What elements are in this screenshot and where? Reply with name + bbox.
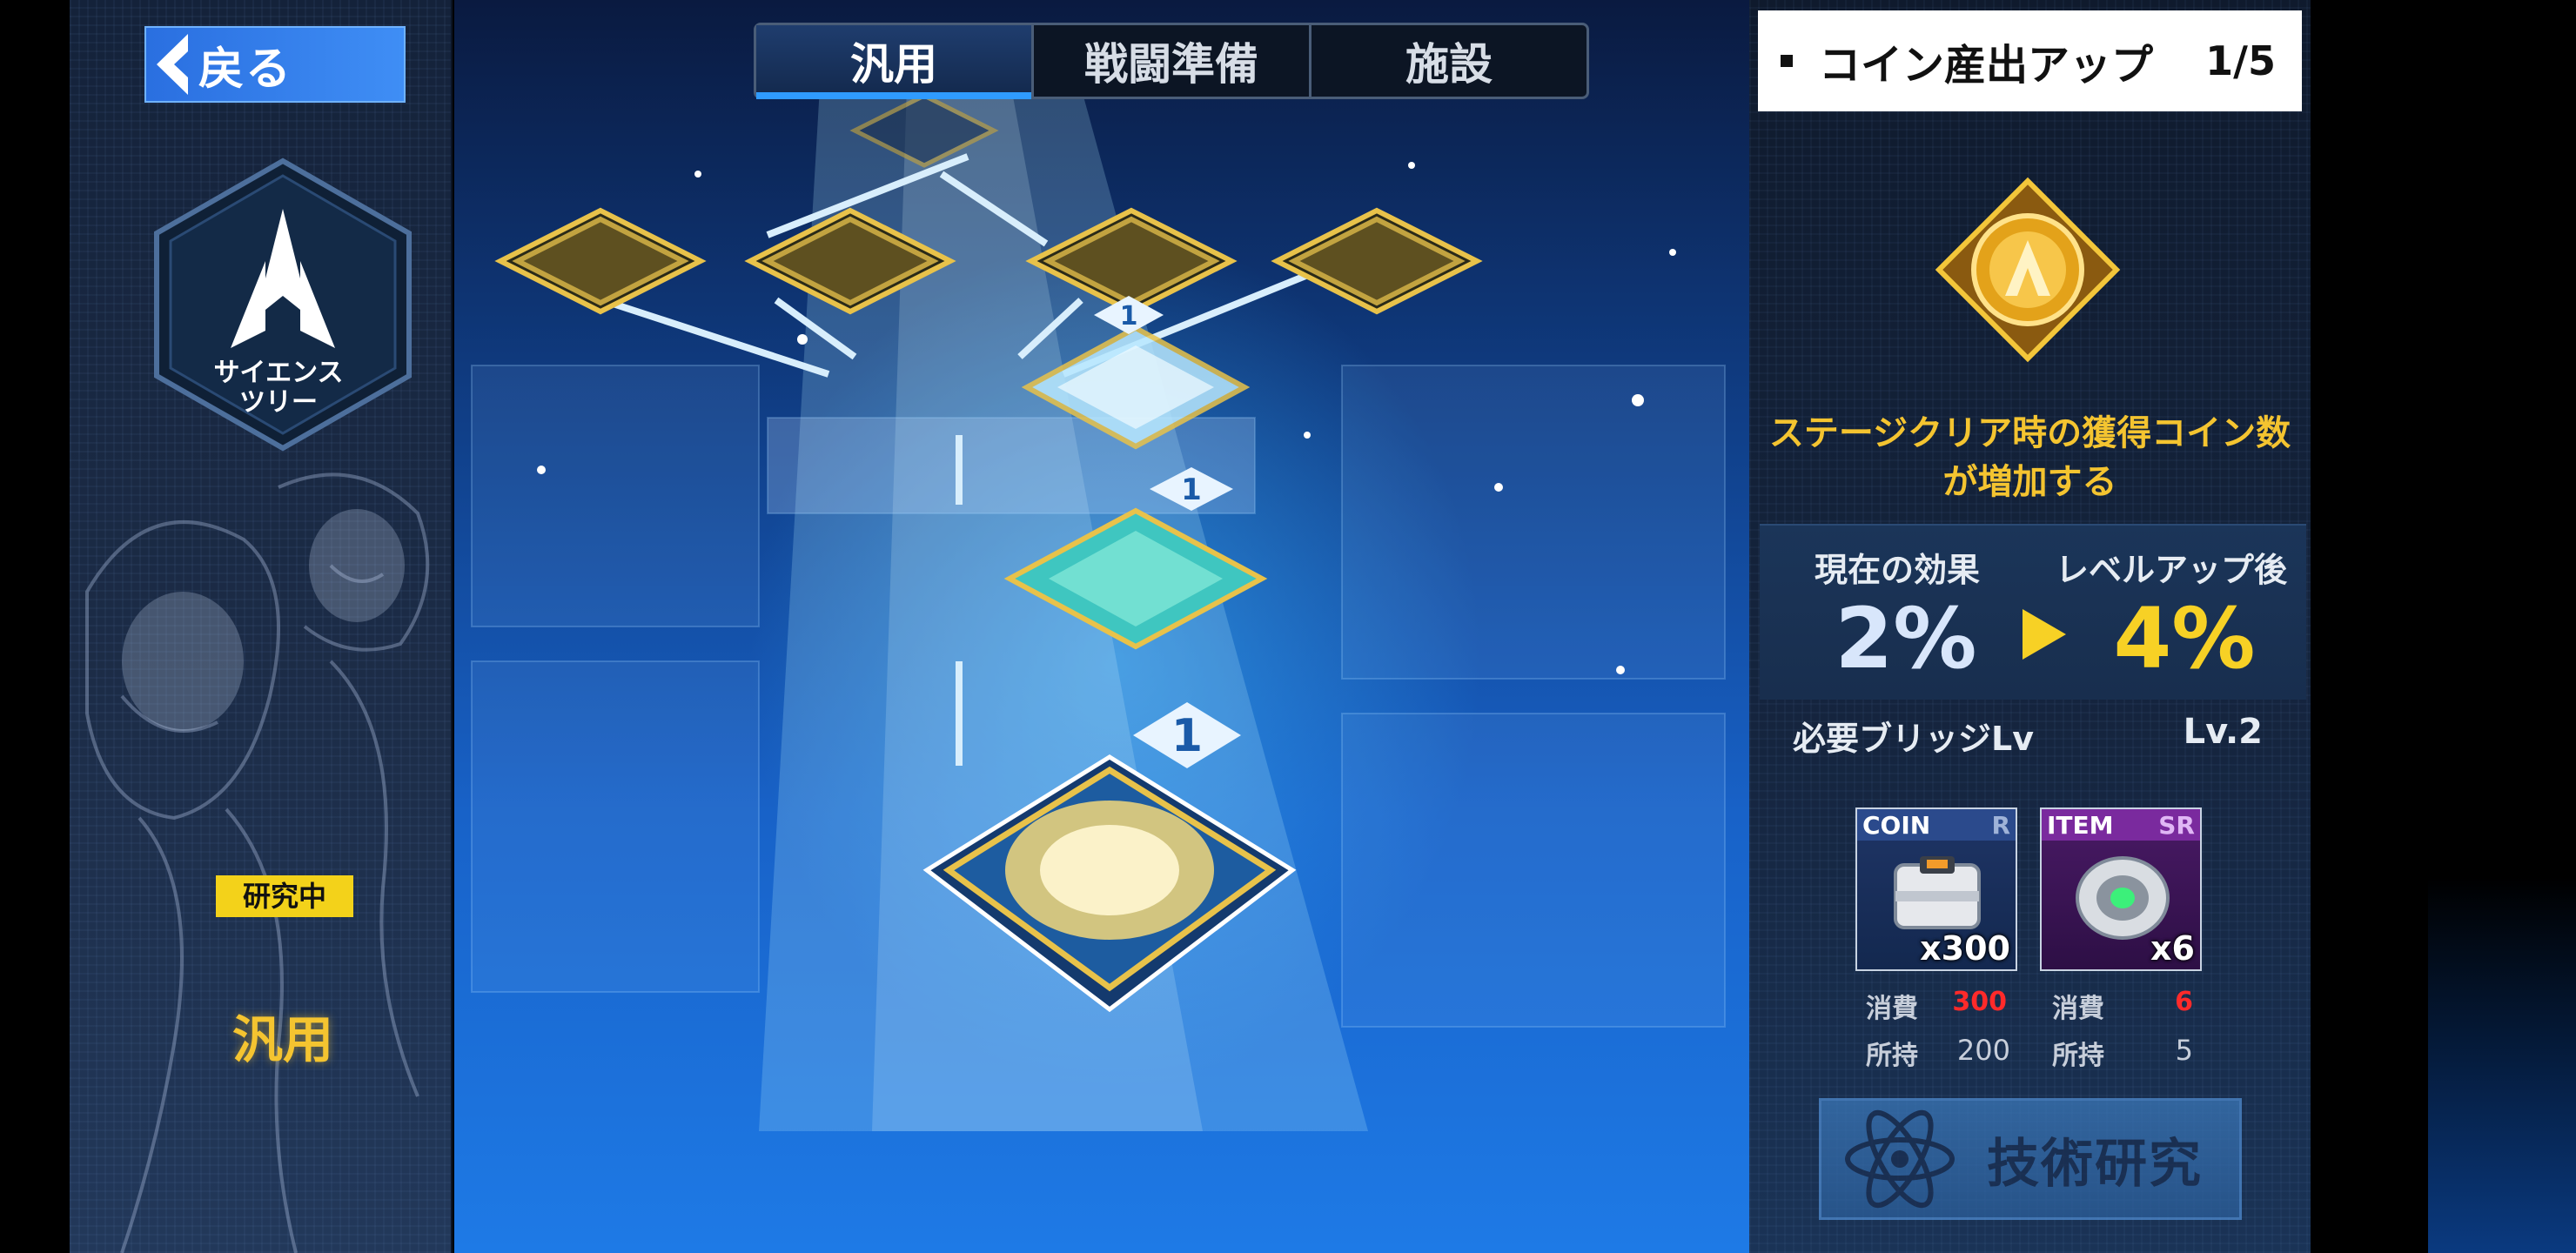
letterbox-right	[2428, 0, 2576, 1253]
tab-battle-prep[interactable]: 戦闘準備	[1034, 25, 1311, 97]
play-arrow-icon	[2023, 609, 2066, 660]
skill-level: 1/5	[2205, 37, 2276, 84]
character-artwork	[85, 472, 430, 1253]
after-levelup-label: レベルアップ後	[2055, 551, 2287, 589]
tab-facility[interactable]: 施設	[1311, 25, 1587, 97]
card-rarity: R	[1991, 810, 2010, 840]
tab-general[interactable]: 汎用	[756, 25, 1034, 99]
letterbox-left	[0, 0, 70, 1253]
owned-value: 5	[2175, 1034, 2193, 1067]
science-tree-label: サイエンス ツリー	[165, 358, 392, 418]
science-tree-view[interactable]: 1 1 1	[454, 0, 1751, 1253]
consume-value: 300	[1952, 987, 2007, 1017]
status-badge: 研究中	[216, 875, 353, 917]
connector-label: 1	[1120, 301, 1138, 332]
item-cost-card[interactable]: ITEM SR x6	[2040, 807, 2202, 971]
chevron-left-icon	[146, 28, 198, 101]
required-bridge-value: Lv.2	[2183, 712, 2263, 752]
skill-description-line2: が増加する	[1942, 462, 2117, 502]
research-label: 技術研究	[1987, 1133, 2203, 1195]
current-effect-label: 現在の効果	[1814, 551, 1980, 589]
owned-label: 所持	[2052, 1041, 2104, 1071]
current-effect-value: 2%	[1835, 590, 1977, 687]
atom-icon	[1845, 1109, 1955, 1209]
tree-canvas: 1 1 1	[471, 87, 1726, 1131]
skill-name: コイン産出アップ	[1819, 41, 2154, 90]
back-button[interactable]: 戻る	[144, 26, 406, 103]
coin-up-icon	[1935, 177, 2121, 363]
consume-label: 消費	[1866, 994, 1918, 1024]
connector-label: 1	[1171, 710, 1203, 762]
owned-value: 200	[1956, 1034, 2010, 1067]
skill-description: ステージクリア時の獲得コイン数 が増加する	[1758, 409, 2302, 506]
owned-label: 所持	[1866, 1041, 1918, 1071]
card-qty: x300	[1920, 929, 2010, 968]
tree-label-line1: サイエンス	[213, 358, 344, 388]
card-type: COIN	[1862, 810, 1931, 840]
skill-header: コイン産出アップ 1/5	[1758, 10, 2302, 111]
bullet-icon	[1781, 55, 1793, 67]
category-label: 汎用	[231, 1010, 333, 1069]
card-rarity: SR	[2158, 810, 2195, 840]
coin-cost-card[interactable]: COIN R x300	[1855, 807, 2017, 971]
tree-label-line2: ツリー	[239, 387, 318, 418]
back-label: 戻る	[198, 43, 293, 96]
consume-label: 消費	[2052, 994, 2104, 1024]
card-qty: x6	[2150, 929, 2195, 968]
after-levelup-value: 4%	[2113, 590, 2256, 687]
connector-label: 1	[1181, 472, 1202, 507]
research-button[interactable]: 技術研究	[1819, 1098, 2242, 1220]
required-bridge-label: 必要ブリッジLv	[1793, 720, 2034, 758]
card-type: ITEM	[2047, 810, 2114, 840]
consume-value: 6	[2175, 987, 2193, 1017]
skill-description-line1: ステージクリア時の獲得コイン数	[1768, 413, 2291, 453]
category-tabs: 汎用 戦闘準備 施設	[754, 23, 1589, 99]
